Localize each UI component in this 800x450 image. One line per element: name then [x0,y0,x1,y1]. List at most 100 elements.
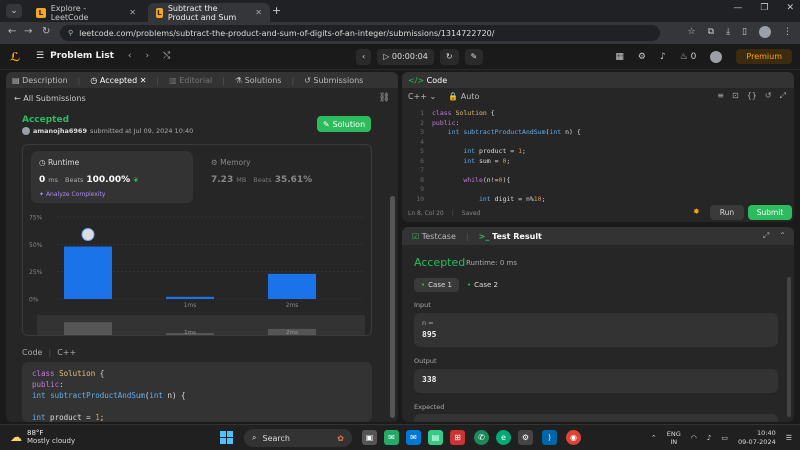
case-2-tab[interactable]: • Case 2 [460,278,505,292]
clock[interactable]: 10:40 09-07-2024 [738,429,776,447]
extensions-icon[interactable]: ⧉ [708,27,714,37]
notification-bell-icon[interactable]: ♪ [660,52,666,62]
code-text-area[interactable]: class Solution { public: int subtractPro… [432,109,581,204]
back-icon[interactable]: ← [8,26,16,37]
auto-mode-toggle[interactable]: 🔒 Auto [448,92,479,101]
edge-browser-icon[interactable]: e [496,430,511,445]
run-button[interactable]: Run [710,205,744,220]
profile-avatar[interactable] [759,26,771,38]
next-problem-icon[interactable]: › [146,51,150,61]
windows-start-icon[interactable] [220,431,233,444]
analyze-complexity-link[interactable]: ✦ Analyze Complexity [39,191,105,198]
format-icon[interactable]: ≡ [717,91,724,101]
close-tab-icon[interactable]: ✕ [255,8,262,17]
chat-app-icon[interactable]: ✉ [384,430,399,445]
settings-app-icon[interactable]: ⚙ [518,430,533,445]
timer-prev-icon[interactable]: ‹ [356,49,372,65]
overview-bar [64,322,112,335]
submission-panel: ▤ Description | ◷ Accepted ✕ | ▥ Editori… [6,72,398,422]
maximize-icon[interactable]: ❐ [760,3,768,13]
side-panel-icon[interactable]: ▯ [742,27,747,37]
taskbar-search[interactable]: ⌕ Search ✿ [244,429,352,447]
runtime-card[interactable]: ◷ Runtime 0 ms Beats 100.00% ❦ ✦ Analyze… [31,151,193,203]
reload-icon[interactable]: ↻ [42,26,50,37]
browser-tab-explore[interactable]: L Explore - LeetCode ✕ [28,3,144,22]
tab-solutions[interactable]: ⚗ Solutions [235,76,281,85]
chrome-icon[interactable]: ◉ [566,430,581,445]
result-scrollbar[interactable] [787,277,791,417]
expand-icon[interactable]: ⤢ [763,231,769,241]
site-info-icon[interactable]: ⚲ [68,29,73,37]
code-editor-panel: </> Code C++ ⌄ 🔒 Auto ≡ ⊡ {} ↺ ⤢ 1234567… [402,72,794,222]
hint-bulb-icon[interactable]: ✸ [693,207,700,216]
whatsapp-icon[interactable]: ✆ [474,430,489,445]
layout-grid-icon[interactable]: ▦ [615,52,624,62]
solution-button[interactable]: ✎ Solution [317,116,371,132]
memory-card[interactable]: ⚙ Memory 7.23 MB Beats 35.61% [203,151,363,203]
url-field[interactable]: ⚲ leetcode.com/problems/subtract-the-pro… [60,25,660,41]
braces-icon[interactable]: {} [747,91,757,101]
photos-app-icon[interactable]: ▤ [428,430,443,445]
notification-icon[interactable]: ☰ [786,434,792,442]
weather-condition: Mostly cloudy [27,437,76,445]
bookmark-icon[interactable]: ⊡ [732,91,739,101]
settings-gear-icon[interactable]: ⚙ [638,52,646,62]
case-1-tab[interactable]: • Case 1 [414,278,459,292]
bar [166,296,214,299]
code-tab[interactable]: </> Code [408,76,447,85]
problem-list-icon[interactable]: ☰ [36,51,44,61]
language-indicator[interactable]: ENG IN [667,430,681,446]
browser-tab-problem[interactable]: L Subtract the Product and Sum ✕ [148,3,270,22]
collapse-icon[interactable]: ⌃ [779,231,786,241]
reset-icon[interactable]: ↺ [765,91,772,101]
left-scrollbar[interactable] [390,196,395,418]
tab-search-button[interactable]: ⌄ [6,4,22,18]
tab-submissions[interactable]: ↺ Submissions [304,76,363,85]
runtime-distribution-chart: 75% 50% 25% 0% 1ms 2ms 1ms 2ms [29,215,365,336]
close-tab-icon[interactable]: ✕ [129,8,136,17]
shuffle-icon[interactable]: ⤭ [163,51,170,61]
forward-icon[interactable]: → [24,26,32,37]
user-avatar[interactable] [710,50,723,63]
timer[interactable]: ▷ 00:00:04 [377,49,434,65]
download-icon[interactable]: ⤓ [726,27,730,37]
timer-reset-icon[interactable]: ↻ [439,49,459,65]
share-link-icon[interactable]: ⛓ [379,93,390,103]
close-window-icon[interactable]: ✕ [786,3,794,13]
memory-label: ⚙ Memory [211,158,251,167]
tray-overflow-icon[interactable]: ⌃ [651,434,657,442]
code-language: C++ [57,348,77,357]
weather-widget[interactable]: ☁ 88°F Mostly cloudy [10,429,75,445]
wifi-icon[interactable]: ◠ [691,434,697,442]
office-app-icon[interactable]: ⊞ [450,430,465,445]
mail-app-icon[interactable]: ✉ [406,430,421,445]
vscode-icon[interactable]: ⟩ [542,430,557,445]
browser-menu-icon[interactable]: ⋮ [783,27,792,37]
language-select[interactable]: C++ ⌄ [408,92,436,101]
bookmark-star-icon[interactable]: ☆ [688,27,696,37]
minimize-icon[interactable]: — [733,3,742,13]
tab-testcase[interactable]: ☑ Testcase [412,232,456,241]
premium-button[interactable]: Premium [736,49,792,64]
submit-button[interactable]: Submit [748,205,792,220]
problem-list-link[interactable]: Problem List [50,51,114,61]
tab-editorial[interactable]: ▥ Editorial [169,76,212,85]
x-tick-label: 1ms [184,302,197,309]
tab-test-result[interactable]: >_ Test Result [479,232,542,241]
submitted-code-block[interactable]: class Solution { public: int subtractPro… [22,362,372,422]
volume-icon[interactable]: ♪ [707,434,711,442]
all-submissions-link[interactable]: ← All Submissions [14,94,86,103]
new-tab-button[interactable]: + [272,4,281,17]
leetcode-logo[interactable]: ℒ [10,50,23,64]
temperature: 88°F [27,429,44,437]
tab-description[interactable]: ▤ Description [12,76,68,85]
notes-icon[interactable]: ✎ [464,49,484,65]
streak-counter[interactable]: ♨ 0 [680,52,697,62]
battery-icon[interactable]: ▭ [721,434,728,442]
tab-accepted[interactable]: ◷ Accepted ✕ [90,76,146,85]
prev-problem-icon[interactable]: ‹ [128,51,132,61]
task-view-icon[interactable]: ▣ [362,430,377,445]
fullscreen-icon[interactable]: ⤢ [780,91,786,101]
username[interactable]: amanojha6969 [33,127,87,135]
bar [268,273,316,299]
